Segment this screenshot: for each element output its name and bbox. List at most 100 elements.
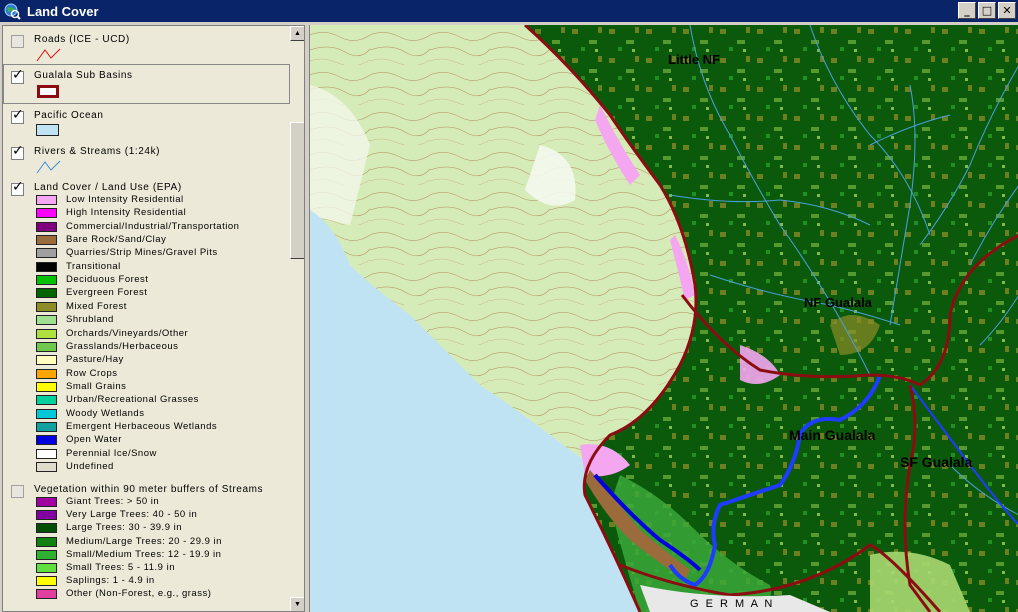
title-bar: Land Cover _ □ ✕ — [0, 0, 1018, 22]
legend-swatch — [36, 341, 57, 352]
legend-label: Perennial Ice/Snow — [66, 447, 157, 459]
ocean-fill-symbol — [36, 124, 59, 136]
road-line-symbol — [36, 48, 61, 62]
layer-checkbox[interactable] — [11, 485, 24, 498]
map-label-sf-gualala: SF Gualala — [900, 454, 973, 470]
legend-item: High Intensity Residential — [36, 207, 286, 220]
legend-label: Other (Non-Forest, e.g., grass) — [66, 588, 212, 600]
legend-label: Evergreen Forest — [66, 287, 148, 299]
legend-item: Woody Wetlands — [36, 408, 286, 421]
legend-item: Bare Rock/Sand/Clay — [36, 234, 286, 247]
close-icon: ✕ — [1002, 4, 1012, 17]
check-icon: ✓ — [12, 179, 24, 195]
scroll-thumb[interactable] — [290, 122, 304, 259]
scroll-down-button[interactable]: ▼ — [290, 597, 304, 611]
legend-label: Deciduous Forest — [66, 274, 149, 286]
layer-name: Gualala Sub Basins — [34, 70, 133, 81]
map-label-german: G E R M A N — [690, 598, 775, 610]
legend-swatch — [36, 421, 57, 432]
legend-label: Giant Trees: > 50 in — [66, 496, 160, 507]
layer-gualala-sub-basins[interactable]: ✓ Gualala Sub Basins — [3, 68, 290, 102]
legend-label: Urban/Recreational Grasses — [66, 394, 199, 406]
legend-item: Large Trees: 30 - 39.9 in — [36, 522, 286, 535]
legend-swatch — [36, 536, 57, 547]
legend-label: Low Intensity Residential — [66, 194, 184, 205]
legend-item: Shrubland — [36, 314, 286, 327]
legend-swatch — [36, 275, 57, 286]
layer-checkbox[interactable]: ✓ — [11, 143, 24, 160]
minimize-icon: _ — [964, 4, 970, 17]
legend-item: Undefined — [36, 461, 286, 474]
layer-name: Land Cover / Land Use (EPA) — [34, 182, 182, 193]
map-view[interactable]: Little NF NF Gualala Main Gualala SF Gua… — [309, 25, 1018, 612]
layer-checkbox[interactable] — [11, 35, 24, 48]
legend-item: Commercial/Industrial/Transportation — [36, 221, 286, 234]
legend-label: Orchards/Vineyards/Other — [66, 327, 189, 339]
legend-item: Emergent Herbaceous Wetlands — [36, 421, 286, 434]
legend-swatch — [36, 328, 57, 339]
legend-swatch — [36, 395, 57, 406]
legend-swatch — [36, 261, 57, 272]
legend-item: Other (Non-Forest, e.g., grass) — [36, 588, 286, 601]
arrow-down-icon: ▼ — [294, 601, 301, 608]
legend-label: Large Trees: 30 - 39.9 in — [66, 522, 183, 534]
globe-icon — [4, 3, 21, 20]
legend-item: Medium/Large Trees: 20 - 29.9 in — [36, 536, 286, 549]
legend-label: Pasture/Hay — [66, 354, 124, 366]
legend-label: Bare Rock/Sand/Clay — [66, 234, 167, 246]
toc-scrollbar[interactable]: ▲ ▼ — [290, 26, 304, 611]
legend-item: Mixed Forest — [36, 301, 286, 314]
legend-item: Transitional — [36, 261, 286, 274]
legend-swatch — [36, 221, 57, 232]
scroll-up-button[interactable]: ▲ — [290, 26, 304, 41]
legend-item: Orchards/Vineyards/Other — [36, 328, 286, 341]
minimize-button[interactable]: _ — [958, 2, 976, 19]
close-button[interactable]: ✕ — [998, 2, 1016, 19]
legend-label: Transitional — [66, 260, 121, 272]
legend-label: Shrubland — [66, 314, 114, 326]
map-label-main-gualala: Main Gualala — [789, 427, 876, 443]
legend-item: Very Large Trees: 40 - 50 in — [36, 509, 286, 522]
table-of-contents: Roads (ICE - UCD) ✓ Gualala Sub Basins ✓… — [2, 25, 305, 612]
legend-label: Saplings: 1 - 4.9 in — [66, 575, 155, 587]
layer-roads[interactable]: Roads (ICE - UCD) — [3, 32, 290, 62]
legend-item: Urban/Recreational Grasses — [36, 394, 286, 407]
legend-swatch — [36, 235, 57, 246]
legend-item: Small/Medium Trees: 12 - 19.9 in — [36, 549, 286, 562]
legend-item: Giant Trees: > 50 in — [36, 496, 286, 509]
legend-swatch — [36, 208, 57, 219]
legend-item: Perennial Ice/Snow — [36, 448, 286, 461]
legend-swatch — [36, 368, 57, 379]
legend-label: Commercial/Industrial/Transportation — [66, 220, 240, 232]
legend-swatch — [36, 497, 57, 507]
legend-swatch — [36, 248, 57, 259]
legend-label: Small Grains — [66, 380, 127, 392]
layer-checkbox[interactable]: ✓ — [11, 179, 24, 196]
layer-name: Vegetation within 90 meter buffers of St… — [34, 484, 264, 495]
layer-pacific-ocean[interactable]: ✓ Pacific Ocean — [3, 108, 290, 138]
check-icon: ✓ — [12, 107, 24, 123]
legend-item: Row Crops — [36, 368, 286, 381]
legend-item: Small Grains — [36, 381, 286, 394]
maximize-button[interactable]: □ — [978, 2, 996, 19]
layer-checkbox[interactable]: ✓ — [11, 68, 24, 84]
legend-swatch — [36, 462, 57, 472]
legend-swatch — [36, 448, 57, 459]
legend-label: Quarries/Strip Mines/Gravel Pits — [66, 247, 218, 259]
layer-vegetation-buffers[interactable]: Vegetation within 90 meter buffers of St… — [3, 482, 290, 611]
layer-land-cover[interactable]: ✓ Land Cover / Land Use (EPA) Low Intens… — [3, 180, 290, 480]
layer-checkbox[interactable]: ✓ — [11, 107, 24, 124]
layer-name: Rivers & Streams (1:24k) — [34, 146, 161, 157]
legend-swatch — [36, 510, 57, 521]
legend-item: Open Water — [36, 434, 286, 447]
layer-name: Roads (ICE - UCD) — [34, 34, 130, 45]
legend-label: High Intensity Residential — [66, 207, 187, 219]
check-icon: ✓ — [12, 143, 24, 159]
legend-label: Woody Wetlands — [66, 407, 145, 419]
legend-swatch — [36, 523, 57, 534]
legend-swatch — [36, 301, 57, 312]
land-cover-window: Land Cover _ □ ✕ Roads (ICE - UCD) ✓ Gua… — [0, 0, 1018, 612]
layer-rivers-streams[interactable]: ✓ Rivers & Streams (1:24k) — [3, 144, 290, 176]
legend-item: Pasture/Hay — [36, 354, 286, 367]
map-canvas[interactable] — [310, 25, 1018, 612]
